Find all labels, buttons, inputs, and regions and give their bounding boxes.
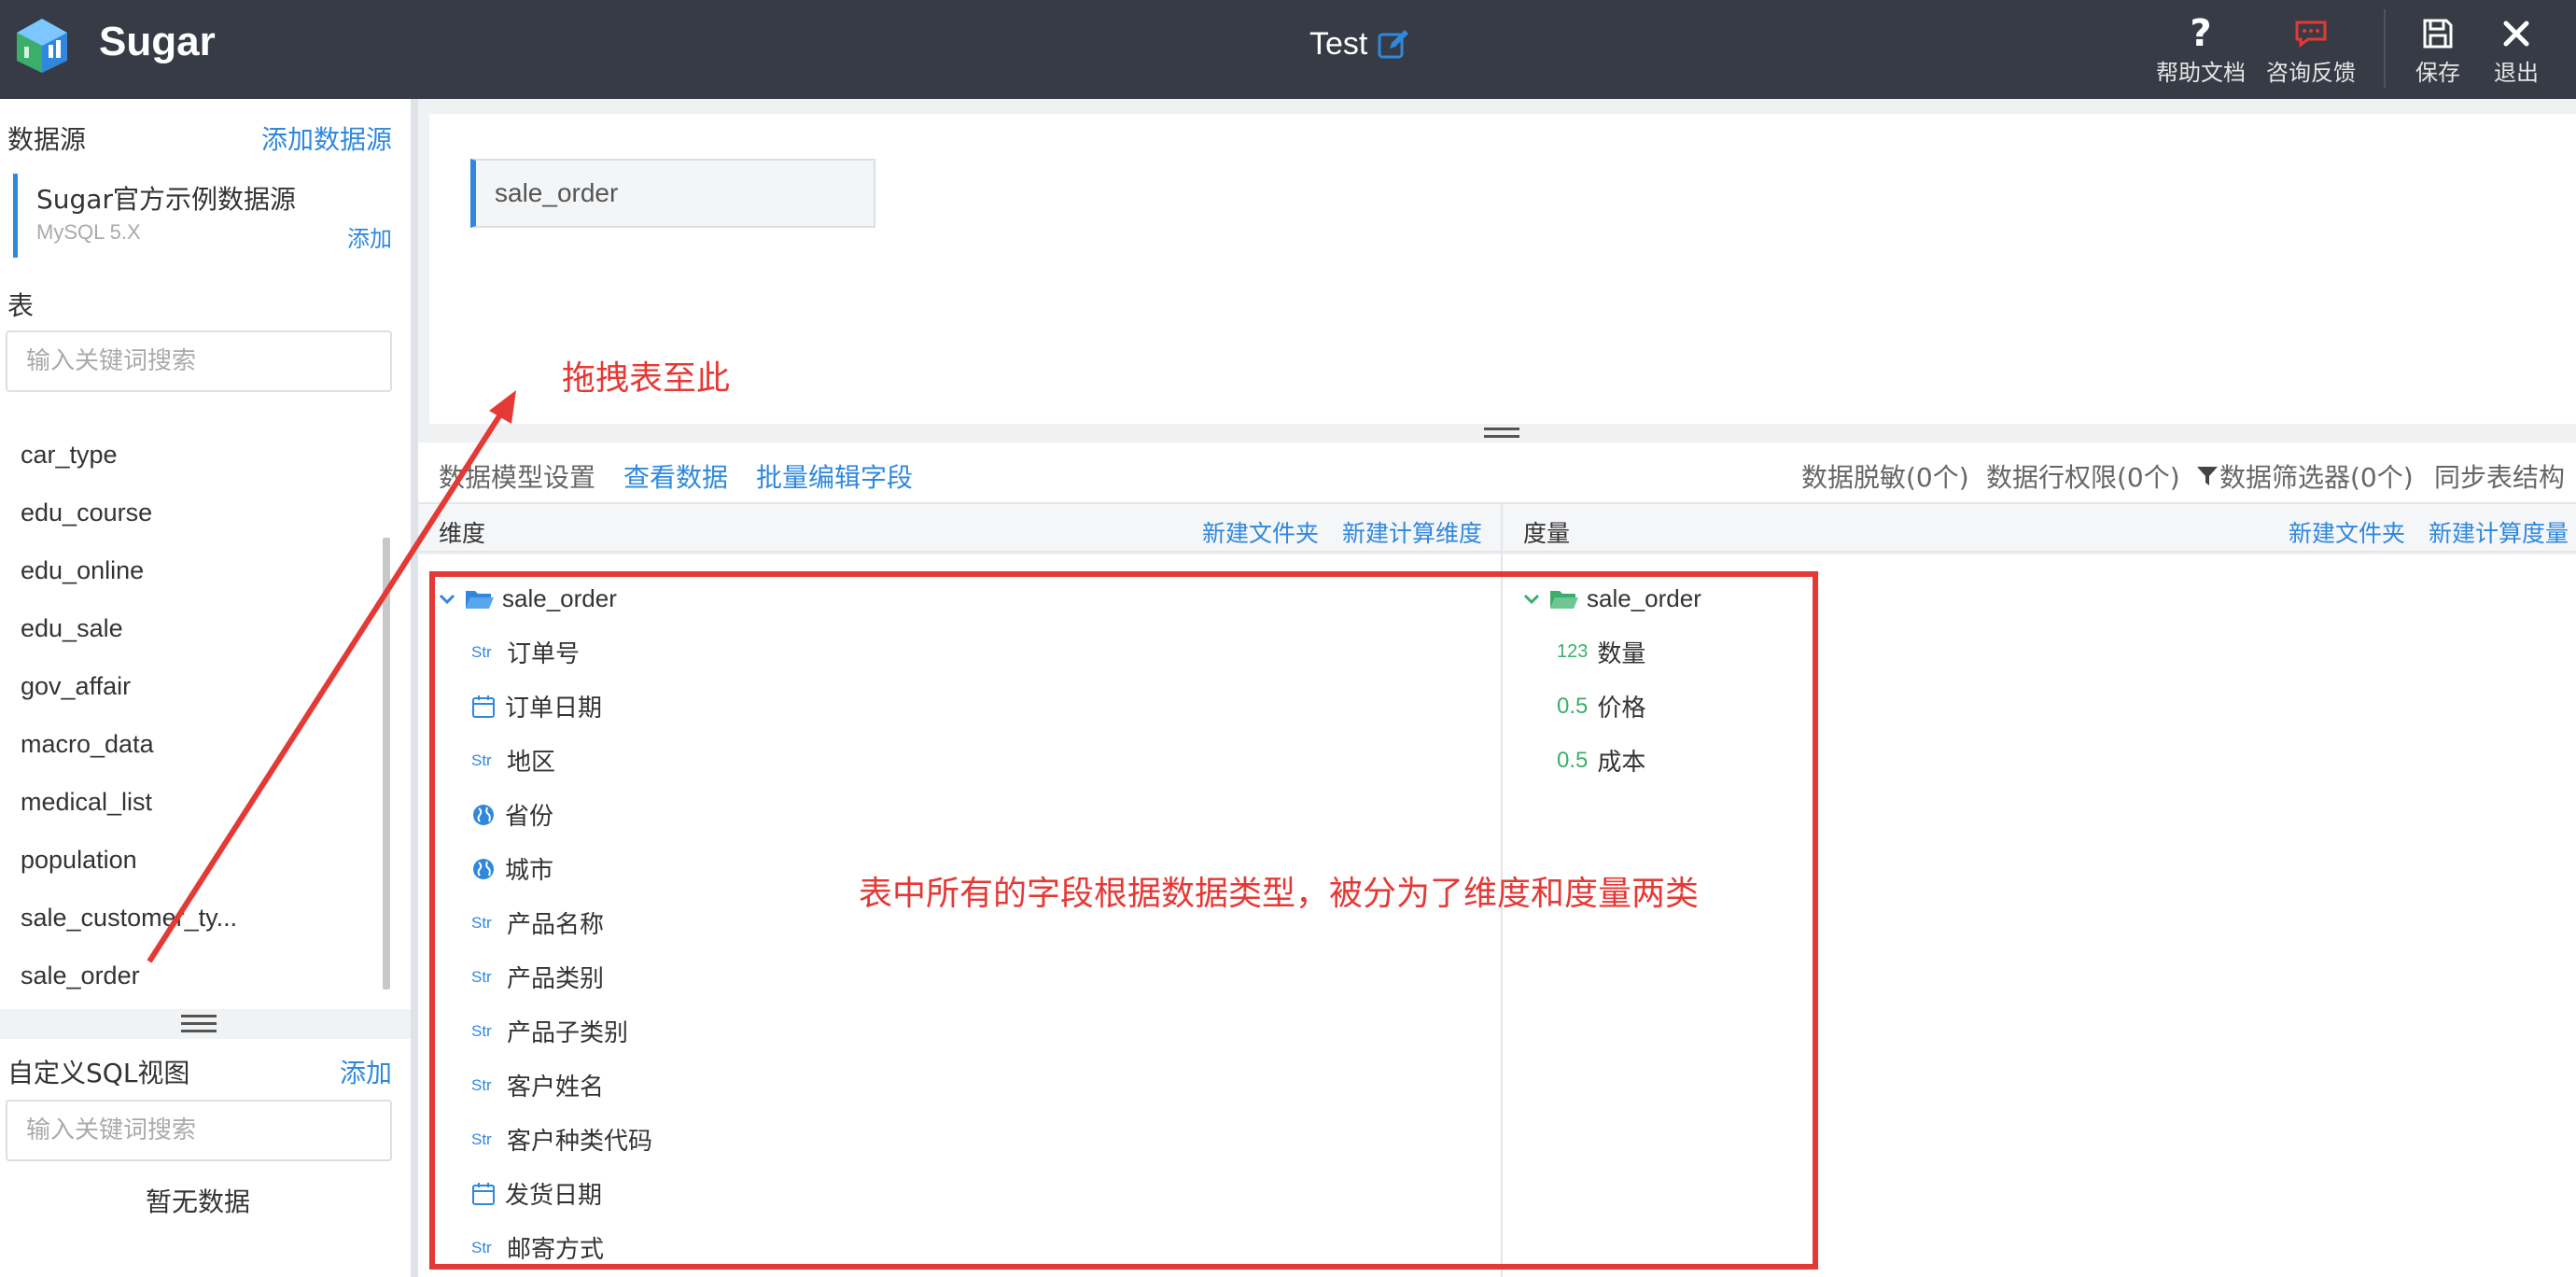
table-drop-area[interactable]: sale_order	[429, 114, 2576, 424]
table-item[interactable]: macro_data	[0, 715, 383, 773]
page-title: Test	[1309, 26, 1368, 62]
field-column-headers: 维度 新建文件夹 新建计算维度 度量 新建文件夹 新建计算度量	[418, 504, 2576, 553]
table-list: car_type edu_course edu_online edu_sale …	[0, 426, 383, 1004]
add-datasource-link[interactable]: 添加数据源	[261, 119, 392, 157]
left-sidebar: 数据源 添加数据源 Sugar官方示例数据源 MySQL 5.X 添加 表 ca…	[0, 99, 411, 1277]
help-label: 帮助文档	[2156, 60, 2246, 86]
title-wrap: Test	[1309, 26, 1410, 63]
feedback-label: 咨询反馈	[2266, 60, 2356, 86]
datasource-name: Sugar官方示例数据源	[36, 184, 296, 215]
top-bar: Sugar Test ? 帮助文档 咨询反馈 保存 退出	[0, 0, 2576, 99]
help-button[interactable]: ? 帮助文档	[2156, 12, 2246, 87]
dim-new-folder-link[interactable]: 新建文件夹	[1202, 515, 1319, 549]
table-item[interactable]: sale_order	[0, 947, 383, 1004]
exit-label: 退出	[2494, 60, 2539, 86]
mea-new-calc-link[interactable]: 新建计算度量	[2429, 515, 2569, 549]
mea-new-folder-link[interactable]: 新建文件夹	[2289, 515, 2405, 549]
filter-icon	[2197, 467, 2218, 485]
exit-button[interactable]: 退出	[2494, 13, 2539, 87]
data-filter-label: 数据筛选器(0个)	[2219, 462, 2414, 493]
dim-new-calc-link[interactable]: 新建计算维度	[1342, 515, 1482, 549]
tab-batch-edit[interactable]: 批量编辑字段	[756, 457, 913, 495]
datasource-add-link[interactable]: 添加	[347, 220, 392, 253]
sugar-logo-icon	[17, 19, 67, 73]
tab-model-settings[interactable]: 数据模型设置	[439, 457, 595, 495]
datasource-item[interactable]: Sugar官方示例数据源 MySQL 5.X 添加	[13, 174, 392, 258]
table-item[interactable]: sale_customer_ty...	[0, 889, 383, 947]
table-list-scrollbar[interactable]	[383, 538, 390, 989]
sql-search-input[interactable]	[6, 1100, 392, 1161]
drag-hint-annotation: 拖拽表至此	[562, 359, 731, 398]
row-permission-button[interactable]: 数据行权限(0个)	[1986, 457, 2180, 495]
tables-title: 表	[7, 290, 35, 321]
data-filter-button[interactable]: 数据筛选器(0个)	[2195, 457, 2414, 495]
selected-table-chip[interactable]: sale_order	[470, 159, 875, 228]
table-item[interactable]: edu_sale	[0, 599, 383, 657]
table-item[interactable]: population	[0, 831, 383, 889]
feedback-button[interactable]: 咨询反馈	[2266, 13, 2356, 87]
drag-handle-icon	[181, 1015, 217, 1033]
model-toolbar: 数据模型设置 查看数据 批量编辑字段 数据脱敏(0个) 数据行权限(0个) 数据…	[418, 442, 2576, 504]
datasource-title: 数据源	[7, 124, 87, 155]
close-icon	[2503, 21, 2529, 47]
table-item[interactable]: gov_affair	[0, 657, 383, 715]
sidebar-resize-border[interactable]	[411, 99, 418, 1277]
datasource-type: MySQL 5.X	[36, 220, 141, 244]
help-icon: ?	[2190, 12, 2212, 55]
field-classification-annotation: 表中所有的字段根据数据类型，被分为了维度和度量两类	[859, 875, 1700, 913]
save-label: 保存	[2415, 60, 2460, 86]
app-name: Sugar	[99, 19, 216, 64]
tab-view-data[interactable]: 查看数据	[623, 457, 728, 495]
table-item[interactable]: edu_course	[0, 484, 383, 541]
sql-view-title: 自定义SQL视图	[7, 1058, 190, 1088]
table-item[interactable]: medical_list	[0, 773, 383, 831]
header-divider	[2384, 9, 2386, 88]
table-search-input[interactable]	[6, 330, 392, 392]
table-item[interactable]: edu_online	[0, 541, 383, 599]
save-icon	[2423, 19, 2453, 49]
field-highlight-box	[429, 571, 1818, 1270]
dimension-header: 维度	[439, 520, 486, 547]
sync-schema-button[interactable]: 同步表结构	[2434, 457, 2565, 495]
table-item[interactable]: car_type	[0, 426, 383, 484]
empty-state: 暂无数据	[145, 1186, 250, 1217]
measure-header: 度量	[1523, 520, 1571, 547]
save-button[interactable]: 保存	[2415, 13, 2460, 87]
data-masking-button[interactable]: 数据脱敏(0个)	[1801, 457, 1969, 495]
sidebar-split-handle[interactable]	[0, 1009, 411, 1039]
edit-icon[interactable]	[1377, 28, 1410, 62]
sql-add-link[interactable]: 添加	[340, 1053, 392, 1090]
chat-icon	[2295, 21, 2327, 48]
